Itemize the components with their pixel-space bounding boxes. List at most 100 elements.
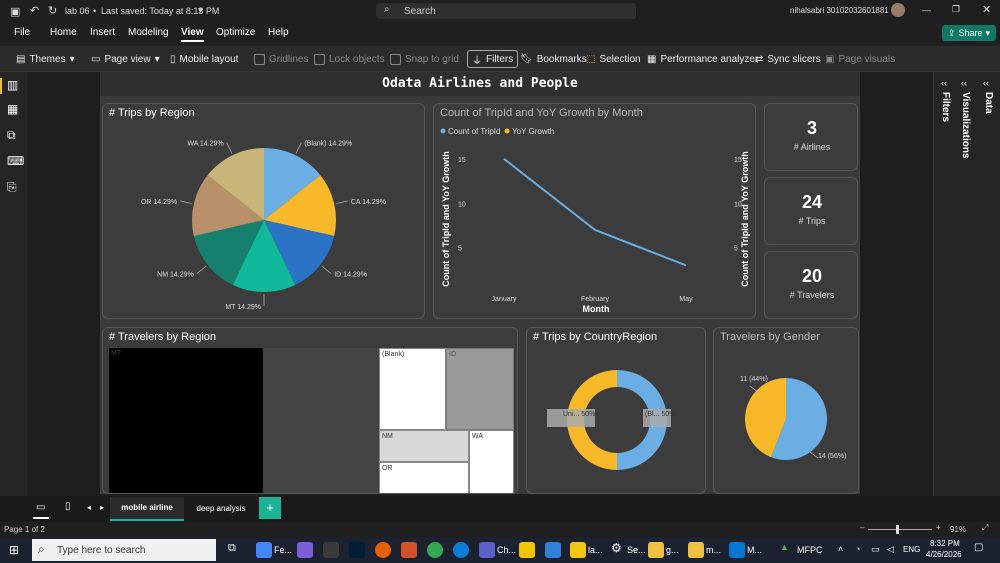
travelers-card[interactable]: 20 # Travelers [764, 251, 858, 319]
avatar[interactable] [891, 3, 905, 17]
model-view-icon[interactable]: ⧉ [7, 128, 16, 143]
airlines-card[interactable]: 3 # Airlines [764, 103, 858, 171]
mobile-view-icon[interactable]: ▯ [65, 501, 71, 512]
performance-analyzer-button[interactable]: ▦ Performance analyzer [647, 50, 758, 68]
share-button[interactable]: ⇪ Share ▾ [942, 25, 996, 41]
save-icon[interactable]: ▣ [10, 5, 20, 18]
maximize-icon[interactable]: ❐ [952, 4, 960, 15]
table-view-icon[interactable]: ▦ [7, 102, 18, 116]
menu-file[interactable]: File [14, 27, 30, 38]
page-view-button[interactable]: ▭ Page view ▾ [91, 50, 160, 68]
dax-query-icon[interactable]: ⌨ [7, 154, 24, 168]
menu-help[interactable]: Help [268, 27, 289, 38]
search-box[interactable]: ⌕ Search [376, 3, 636, 19]
data-label: (Blank) 14.29% [304, 141, 352, 148]
series-line-count-of-tripid[interactable] [503, 158, 687, 267]
media-player-icon[interactable] [729, 542, 745, 558]
tmdl-view-icon[interactable]: ⎘ [7, 180, 17, 195]
filters-button[interactable]: ⏚ Filters [467, 50, 519, 68]
menu-home[interactable]: Home [50, 27, 77, 38]
report-view-icon[interactable]: ▥ [7, 78, 18, 92]
app-icon[interactable] [545, 542, 561, 558]
menu-optimize[interactable]: Optimize [216, 27, 255, 38]
photoshop-icon[interactable] [349, 542, 365, 558]
chevron-down-icon[interactable]: ▾ [198, 5, 203, 16]
network-icon[interactable]: ◔ [855, 544, 860, 554]
themes-button[interactable]: ▤ Themes ▾ [16, 50, 75, 68]
data-label-female: 11 (44%) [740, 376, 768, 383]
page-visuals-button[interactable]: ▣ Page visuals [825, 50, 895, 68]
undo-icon[interactable]: ↶ [30, 4, 39, 17]
trips-card[interactable]: 24 # Trips [764, 177, 858, 245]
teams-icon[interactable] [479, 542, 495, 558]
add-page-button[interactable]: + [259, 497, 281, 519]
selection-button[interactable]: ⬚ Selection [586, 50, 641, 68]
chrome-alt-icon[interactable] [427, 542, 443, 558]
treemap-tile-id[interactable]: ID [446, 348, 514, 430]
app-icon[interactable] [323, 542, 339, 558]
travelers-by-gender-visual[interactable]: Travelers by Gender 11 (44%) 14 (56%) [713, 327, 859, 494]
taskbar-search[interactable]: ⌕ Type here to search [32, 539, 216, 561]
media-icon[interactable] [519, 542, 535, 558]
battery-icon[interactable]: ▭ [871, 544, 880, 555]
travelers-by-region-visual[interactable]: # Travelers by Region MT (Blank) ID NM W… [102, 327, 518, 494]
tab-deep-analysis[interactable]: deep analysis [186, 497, 256, 521]
trips-by-country-visual[interactable]: # Trips by CountryRegion Uni... 50% (Bl.… [526, 327, 706, 494]
filters-pane-toggle[interactable]: Filters [940, 92, 951, 122]
chevron-left-icon[interactable]: ‹‹ [941, 78, 947, 88]
redo-icon[interactable]: ↻ [48, 4, 57, 17]
left-view-rail: ▥ ▦ ⧉ ⌨ ⎘ [0, 72, 27, 522]
weather-icon[interactable]: ▲ [780, 542, 789, 552]
line-chart-visual[interactable]: Count of TripId and YoY Growth by Month … [433, 103, 756, 319]
edge-icon[interactable] [453, 542, 469, 558]
copilot-icon[interactable] [297, 542, 313, 558]
next-page-icon[interactable]: ▸ [100, 503, 104, 512]
prev-page-icon[interactable]: ◂ [87, 503, 91, 512]
zoom-in-icon[interactable]: + [936, 523, 941, 532]
clock-time[interactable]: 8:32 PM [930, 539, 960, 548]
lock-objects-checkbox[interactable]: Lock objects [314, 50, 385, 68]
treemap-tile-or[interactable]: OR [379, 462, 469, 493]
fit-to-page-icon[interactable]: ⤢ [982, 523, 988, 533]
task-view-icon[interactable]: ⧉ [228, 542, 236, 555]
treemap-tile-blank[interactable]: (Blank) [379, 348, 446, 430]
menu-view[interactable]: View [181, 27, 204, 42]
treemap-tile-empty[interactable] [263, 348, 379, 493]
trips-by-region-visual[interactable]: # Trips by Region (Blank) 14.29% CA 14.29… [102, 103, 425, 319]
clock-date[interactable]: 4/26/2026 [926, 550, 962, 559]
volume-icon[interactable]: ◁ [887, 544, 894, 555]
close-icon[interactable]: ✕ [982, 3, 991, 16]
minimize-icon[interactable]: — [922, 5, 931, 15]
settings-icon[interactable]: ⚙ [611, 541, 622, 555]
snap-to-grid-checkbox[interactable]: Snap to grid [390, 50, 459, 68]
notification-icon[interactable]: ▢ [974, 542, 983, 553]
powerbi-icon[interactable] [570, 542, 586, 558]
zoom-slider-handle[interactable] [896, 525, 899, 534]
firefox-icon[interactable] [375, 542, 391, 558]
pie-chart: 11 (44%) 14 (56%) [740, 376, 846, 460]
data-pane-toggle[interactable]: Data [983, 92, 994, 114]
matlab-icon[interactable] [401, 542, 417, 558]
tab-mobile-airline[interactable]: mobile airline [110, 497, 184, 521]
desktop-view-icon[interactable]: ▭ [36, 502, 45, 513]
chrome-icon[interactable] [256, 542, 272, 558]
gridlines-checkbox[interactable]: Gridlines [254, 50, 308, 68]
language-indicator[interactable]: ENG [903, 545, 920, 554]
menu-insert[interactable]: Insert [90, 27, 115, 38]
treemap-tile-nm[interactable]: NM [379, 430, 469, 462]
treemap-tile-wa[interactable]: WA [469, 430, 514, 493]
chevron-left-icon[interactable]: ‹‹ [961, 78, 967, 88]
mobile-layout-button[interactable]: ▯ Mobile layout [170, 50, 238, 68]
bookmarks-button[interactable]: 🔖︎ Bookmarks [520, 50, 587, 68]
menu-modeling[interactable]: Modeling [128, 27, 169, 38]
chevron-left-icon[interactable]: ‹‹ [983, 78, 989, 88]
treemap-tile-mt[interactable]: MT [109, 348, 263, 493]
visualizations-pane-toggle[interactable]: Visualizations [960, 92, 971, 159]
chevron-up-icon[interactable]: ˄ [838, 544, 843, 554]
folder-icon[interactable] [688, 542, 704, 558]
sync-slicers-button[interactable]: ⇄ Sync slicers [755, 50, 821, 68]
zoom-slider[interactable] [868, 529, 932, 530]
windows-start-icon[interactable]: ⊞ [9, 543, 19, 557]
zoom-out-icon[interactable]: – [860, 523, 864, 532]
folder-icon[interactable] [648, 542, 664, 558]
